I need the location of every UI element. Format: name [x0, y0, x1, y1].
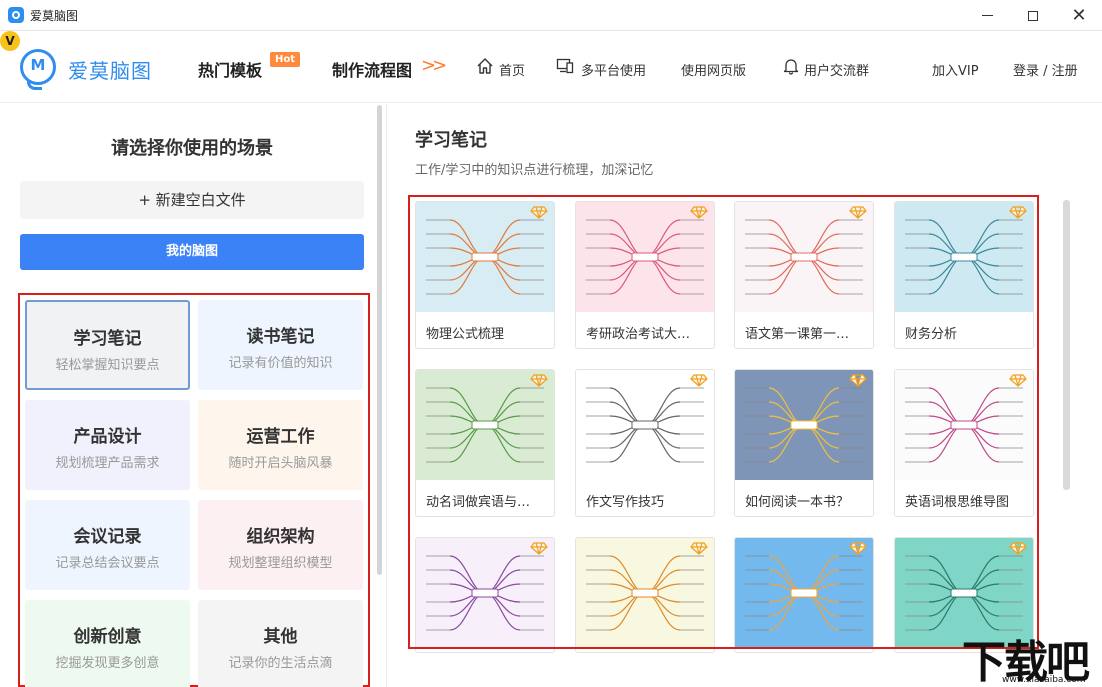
scene-panel-title: 请选择你使用的场景 [111, 138, 273, 159]
scene-title: 创新创意 [73, 627, 142, 647]
close-icon: ✕ [1071, 5, 1087, 26]
home-icon[interactable] [476, 57, 494, 75]
minimize-button[interactable] [964, 0, 1010, 31]
new-blank-file-button[interactable]: + 新建空白文件 [20, 181, 364, 219]
scene-1[interactable]: 学习笔记轻松掌握知识要点 [25, 300, 190, 390]
bell-icon[interactable] [782, 57, 800, 75]
scene-3[interactable]: 产品设计规划梳理产品需求 [25, 400, 190, 490]
scene-8[interactable]: 其他记录你的生活点滴 [198, 600, 363, 687]
panel-divider [386, 104, 387, 687]
scene-title: 会议记录 [73, 527, 142, 547]
hot-badge: Hot [270, 52, 301, 67]
maximize-icon [1028, 10, 1038, 21]
scene-subtitle: 记录你的生活点滴 [228, 656, 333, 671]
vip-icon[interactable]: V [0, 31, 20, 51]
brand-name[interactable]: 爱莫脑图 [68, 55, 152, 84]
nav-bar: M 爱莫脑图 热门模板 Hot 制作流程图 >> 首页 多平台使用 使用网页版 … [0, 31, 1102, 103]
title-bar: 爱莫脑图 ✕ [0, 0, 1102, 31]
multi-platform-icon[interactable] [556, 57, 574, 75]
nav-hot-templates[interactable]: 热门模板 [198, 57, 262, 81]
scene-subtitle: 随时开启头脑风暴 [228, 456, 333, 471]
nav-join-vip[interactable]: 加入VIP [932, 60, 979, 79]
scene-title: 运营工作 [246, 427, 315, 447]
maximize-button[interactable] [1010, 0, 1056, 31]
app-icon [8, 7, 24, 23]
scene-subtitle: 轻松掌握知识要点 [55, 358, 160, 373]
my-mindmaps-button[interactable]: 我的脑图 [20, 234, 364, 270]
scene-7[interactable]: 创新创意挖掘发现更多创意 [25, 600, 190, 687]
scene-4[interactable]: 运营工作随时开启头脑风暴 [198, 400, 363, 490]
nav-web-version[interactable]: 使用网页版 [681, 60, 746, 79]
scene-subtitle: 挖掘发现更多创意 [55, 656, 160, 671]
nav-make-flowchart[interactable]: 制作流程图 [332, 57, 412, 81]
nav-home[interactable]: 首页 [499, 60, 525, 79]
scene-2[interactable]: 读书笔记记录有价值的知识 [198, 300, 363, 390]
scene-5[interactable]: 会议记录记录总结会议要点 [25, 500, 190, 590]
window-title: 爱莫脑图 [30, 9, 79, 23]
watermark-url: www.xiazaiba.com [1002, 675, 1086, 685]
scene-panel: 请选择你使用的场景 + 新建空白文件 我的脑图 学习笔记 轻松掌握知识要点 读书笔记… [0, 104, 384, 687]
section-title: 学习笔记 [415, 130, 487, 151]
scene-title: 产品设计 [73, 427, 142, 447]
scene-title: 其他 [263, 627, 298, 647]
scene-subtitle: 规划梳理产品需求 [55, 456, 160, 471]
scene-subtitle: 规划整理组织模型 [228, 556, 333, 571]
scene-title: 组织架构 [246, 527, 315, 547]
scene-title: 学习笔记 [73, 329, 142, 349]
nav-login-register[interactable]: 登录 / 注册 [1013, 60, 1078, 79]
nav-user-group[interactable]: 用户交流群 [804, 60, 869, 79]
scene-title: 读书笔记 [246, 327, 315, 347]
right-scrollbar[interactable] [1063, 200, 1070, 490]
left-scrollbar[interactable] [377, 105, 382, 575]
watermark-logo: 下载吧 www.xiazaiba.com [962, 626, 1102, 687]
highlight-box-templates [408, 195, 1039, 649]
nav-multi-platform[interactable]: 多平台使用 [581, 60, 646, 79]
scene-subtitle: 记录有价值的知识 [228, 356, 333, 371]
minimize-icon [981, 15, 993, 16]
brand-logo-icon[interactable]: M [20, 49, 56, 90]
close-button[interactable]: ✕ [1056, 0, 1102, 31]
section-subtitle: 工作/学习中的知识点进行梳理，加深记忆 [415, 163, 654, 178]
chevron-right-icon: >> [421, 55, 447, 76]
scene-subtitle: 记录总结会议要点 [55, 556, 160, 571]
scene-6[interactable]: 组织架构规划整理组织模型 [198, 500, 363, 590]
